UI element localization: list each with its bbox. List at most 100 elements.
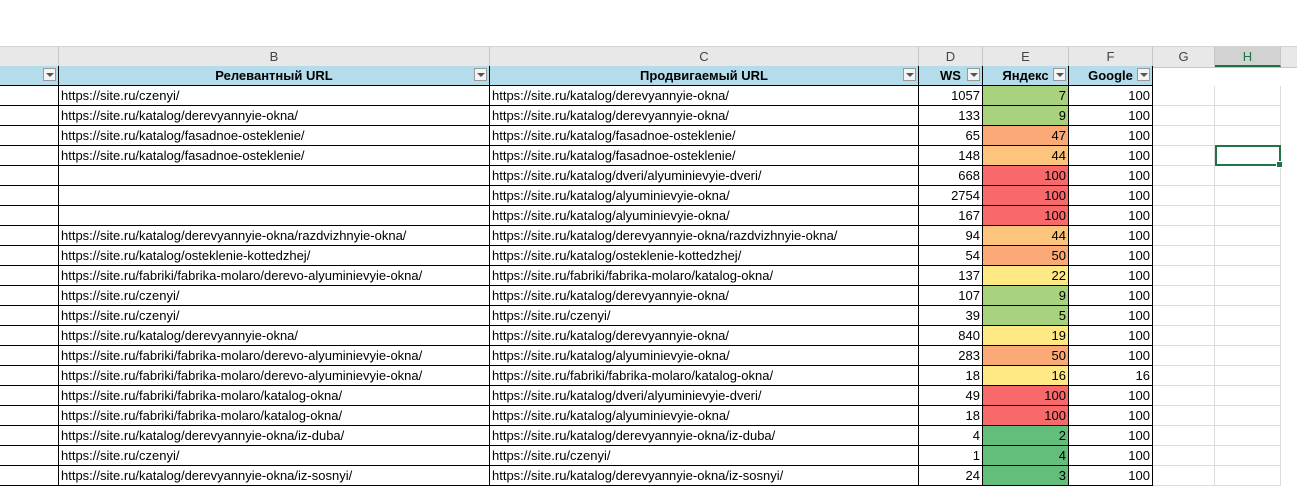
cell-g[interactable] — [1153, 426, 1215, 446]
cell-g[interactable] — [1153, 166, 1215, 186]
cell-relevant-url[interactable]: https://site.ru/katalog/derevyannyie-okn… — [59, 226, 490, 246]
cell-relevant-url[interactable]: https://site.ru/katalog/derevyannyie-okn… — [59, 106, 490, 126]
cell-ws[interactable]: 65 — [919, 126, 983, 146]
cell-a[interactable] — [0, 346, 59, 366]
cell-google[interactable]: 100 — [1069, 226, 1153, 246]
cell-ws[interactable]: 133 — [919, 106, 983, 126]
cell-a[interactable] — [0, 146, 59, 166]
cell-google[interactable]: 100 — [1069, 266, 1153, 286]
cell-a[interactable] — [0, 366, 59, 386]
cell-a[interactable] — [0, 246, 59, 266]
cell-relevant-url[interactable]: https://site.ru/katalog/derevyannyie-okn… — [59, 326, 490, 346]
cell-g[interactable] — [1153, 466, 1215, 486]
filter-dropdown-icon[interactable] — [43, 68, 56, 81]
cell-h[interactable] — [1215, 386, 1281, 406]
cell-relevant-url[interactable] — [59, 186, 490, 206]
cell-yandex[interactable]: 100 — [983, 406, 1069, 426]
cell-google[interactable]: 100 — [1069, 206, 1153, 226]
cell-yandex[interactable]: 16 — [983, 366, 1069, 386]
cell-google[interactable]: 100 — [1069, 106, 1153, 126]
cell-relevant-url[interactable]: https://site.ru/fabriki/fabrika-molaro/d… — [59, 366, 490, 386]
cell-ws[interactable]: 18 — [919, 406, 983, 426]
cell-yandex[interactable]: 50 — [983, 346, 1069, 366]
cell-g[interactable] — [1153, 126, 1215, 146]
cell-ws[interactable]: 2754 — [919, 186, 983, 206]
cell-promoted-url[interactable]: https://site.ru/katalog/fasadnoe-ostekle… — [490, 146, 919, 166]
cell-g[interactable] — [1153, 446, 1215, 466]
cell-promoted-url[interactable]: https://site.ru/katalog/derevyannyie-okn… — [490, 226, 919, 246]
cell-relevant-url[interactable]: https://site.ru/katalog/osteklenie-kotte… — [59, 246, 490, 266]
cell-yandex[interactable]: 3 — [983, 466, 1069, 486]
cell-google[interactable]: 100 — [1069, 446, 1153, 466]
cell-g[interactable] — [1153, 326, 1215, 346]
cell-ws[interactable]: 39 — [919, 306, 983, 326]
cell-google[interactable]: 100 — [1069, 166, 1153, 186]
cell-promoted-url[interactable]: https://site.ru/czenyi/ — [490, 446, 919, 466]
column-header-g[interactable]: G — [1153, 47, 1215, 67]
cell-yandex[interactable]: 44 — [983, 226, 1069, 246]
cell-relevant-url[interactable]: https://site.ru/czenyi/ — [59, 306, 490, 326]
cell-h[interactable] — [1215, 466, 1281, 486]
cell-promoted-url[interactable]: https://site.ru/katalog/alyuminievyie-ok… — [490, 186, 919, 206]
column-header-a[interactable] — [0, 47, 59, 67]
cell-ws[interactable]: 1057 — [919, 86, 983, 106]
header-cell-a[interactable] — [0, 66, 59, 86]
cell-yandex[interactable]: 4 — [983, 446, 1069, 466]
cell-yandex[interactable]: 100 — [983, 206, 1069, 226]
cell-promoted-url[interactable]: https://site.ru/katalog/dveri/alyuminiev… — [490, 386, 919, 406]
cell-a[interactable] — [0, 386, 59, 406]
column-header-h[interactable]: H — [1215, 47, 1281, 67]
cell-g[interactable] — [1153, 306, 1215, 326]
cell-google[interactable]: 100 — [1069, 86, 1153, 106]
filter-dropdown-icon[interactable] — [474, 68, 487, 81]
cell-a[interactable] — [0, 286, 59, 306]
cell-relevant-url[interactable] — [59, 206, 490, 226]
cell-ws[interactable]: 18 — [919, 366, 983, 386]
cell-g[interactable] — [1153, 346, 1215, 366]
filter-dropdown-icon[interactable] — [967, 68, 980, 81]
fill-handle[interactable] — [1276, 161, 1283, 168]
cell-h[interactable] — [1215, 106, 1281, 126]
column-header-e[interactable]: E — [983, 47, 1069, 67]
cell-g[interactable] — [1153, 226, 1215, 246]
cell-yandex[interactable]: 19 — [983, 326, 1069, 346]
cell-ws[interactable]: 1 — [919, 446, 983, 466]
cell-google[interactable]: 100 — [1069, 466, 1153, 486]
cell-a[interactable] — [0, 186, 59, 206]
cell-relevant-url[interactable]: https://site.ru/fabriki/fabrika-molaro/k… — [59, 406, 490, 426]
cell-g[interactable] — [1153, 146, 1215, 166]
cell-promoted-url[interactable]: https://site.ru/katalog/fasadnoe-ostekle… — [490, 126, 919, 146]
cell-a[interactable] — [0, 326, 59, 346]
cell-a[interactable] — [0, 166, 59, 186]
cell-promoted-url[interactable]: https://site.ru/katalog/osteklenie-kotte… — [490, 246, 919, 266]
cell-h[interactable] — [1215, 126, 1281, 146]
cell-promoted-url[interactable]: https://site.ru/katalog/derevyannyie-okn… — [490, 106, 919, 126]
cell-a[interactable] — [0, 266, 59, 286]
cell-a[interactable] — [0, 306, 59, 326]
cell-a[interactable] — [0, 466, 59, 486]
cell-google[interactable]: 100 — [1069, 426, 1153, 446]
cell-relevant-url[interactable]: https://site.ru/fabriki/fabrika-molaro/k… — [59, 386, 490, 406]
cell-google[interactable]: 16 — [1069, 366, 1153, 386]
cell-ws[interactable]: 24 — [919, 466, 983, 486]
cell-h[interactable] — [1215, 86, 1281, 106]
cell-h[interactable] — [1215, 286, 1281, 306]
cell-h[interactable] — [1215, 346, 1281, 366]
cell-yandex[interactable]: 100 — [983, 186, 1069, 206]
cell-g[interactable] — [1153, 266, 1215, 286]
cell-google[interactable]: 100 — [1069, 246, 1153, 266]
cell-a[interactable] — [0, 106, 59, 126]
cell-google[interactable]: 100 — [1069, 386, 1153, 406]
cell-promoted-url[interactable]: https://site.ru/katalog/alyuminievyie-ok… — [490, 206, 919, 226]
cell-h[interactable] — [1215, 326, 1281, 346]
cell-h[interactable] — [1215, 406, 1281, 426]
cell-relevant-url[interactable]: https://site.ru/fabriki/fabrika-molaro/d… — [59, 346, 490, 366]
cell-relevant-url[interactable]: https://site.ru/fabriki/fabrika-molaro/d… — [59, 266, 490, 286]
cell-ws[interactable]: 107 — [919, 286, 983, 306]
cell-a[interactable] — [0, 126, 59, 146]
cell-g[interactable] — [1153, 246, 1215, 266]
cell-yandex[interactable]: 7 — [983, 86, 1069, 106]
cell-a[interactable] — [0, 406, 59, 426]
header-cell-promoted-url[interactable]: Продвигаемый URL — [490, 66, 919, 86]
cell-yandex[interactable]: 100 — [983, 386, 1069, 406]
